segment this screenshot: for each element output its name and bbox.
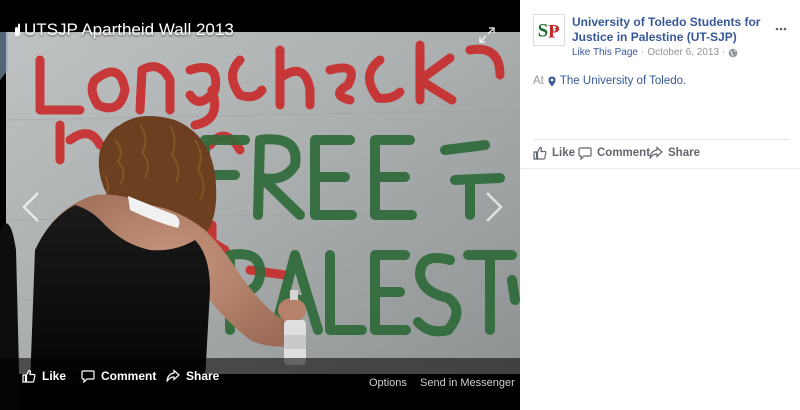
like-page-link[interactable]: Like This Page: [572, 47, 638, 58]
post-comment-label: Comment: [597, 147, 651, 159]
meta-separator: ·: [722, 47, 726, 58]
location-prefix: At: [533, 75, 544, 87]
like-icon: [22, 369, 36, 383]
location-line: At The University of Toledo.: [533, 75, 686, 87]
share-icon: [166, 369, 180, 382]
page-name-link[interactable]: University of Toledo Students for Justic…: [572, 15, 762, 45]
photo-share-button[interactable]: Share: [166, 369, 219, 383]
post-sidebar: [520, 0, 800, 410]
album-title[interactable]: UTSJP Apartheid Wall 2013: [12, 20, 234, 40]
location-link[interactable]: The University of Toledo.: [560, 75, 686, 87]
send-in-messenger-link[interactable]: Send in Messenger: [420, 377, 515, 389]
divider: [520, 168, 800, 169]
photo-image: [0, 0, 520, 410]
photo-like-label: Like: [42, 369, 67, 383]
post-share-label: Share: [668, 147, 700, 159]
photo-viewer: UTSJP Apartheid Wall 2013 Like Comment S…: [0, 0, 800, 410]
comment-icon: [578, 147, 592, 160]
post-meta: Like This Page · October 6, 2013 ·: [572, 47, 738, 58]
more-icon[interactable]: [775, 27, 787, 31]
post-share-button[interactable]: Share: [649, 146, 700, 160]
svg-text:S: S: [538, 21, 548, 42]
comment-icon: [81, 370, 95, 383]
chevron-left-icon[interactable]: [20, 190, 42, 224]
hand-icon: [15, 23, 20, 36]
photo-action-bar: Like Comment Share Options Send in Messe…: [0, 360, 520, 396]
like-icon: [533, 146, 547, 160]
logo-sub-text: UT: [551, 27, 557, 32]
svg-text:P: P: [548, 22, 559, 43]
photo-pane: UTSJP Apartheid Wall 2013 Like Comment S…: [0, 0, 520, 410]
divider: [533, 139, 789, 140]
photo-like-button[interactable]: Like: [22, 369, 66, 383]
photo-share-label: Share: [186, 369, 220, 383]
post-comment-button[interactable]: Comment: [578, 146, 650, 160]
options-link[interactable]: Options: [369, 377, 407, 389]
meta-separator: ·: [640, 47, 645, 58]
post-date[interactable]: October 6, 2013: [647, 47, 719, 58]
post-like-button[interactable]: Like: [533, 146, 575, 160]
photo-comment-button[interactable]: Comment: [81, 369, 156, 383]
post-like-label: Like: [552, 147, 576, 159]
chevron-right-icon[interactable]: [483, 190, 505, 224]
expand-icon[interactable]: [478, 26, 496, 44]
album-title-text: UTSJP Apartheid Wall 2013: [24, 20, 234, 39]
pin-icon: [548, 76, 556, 86]
globe-icon: [729, 48, 738, 57]
photo-comment-label: Comment: [101, 369, 157, 383]
share-icon: [649, 146, 663, 159]
page-logo[interactable]: S P UT: [533, 14, 565, 46]
